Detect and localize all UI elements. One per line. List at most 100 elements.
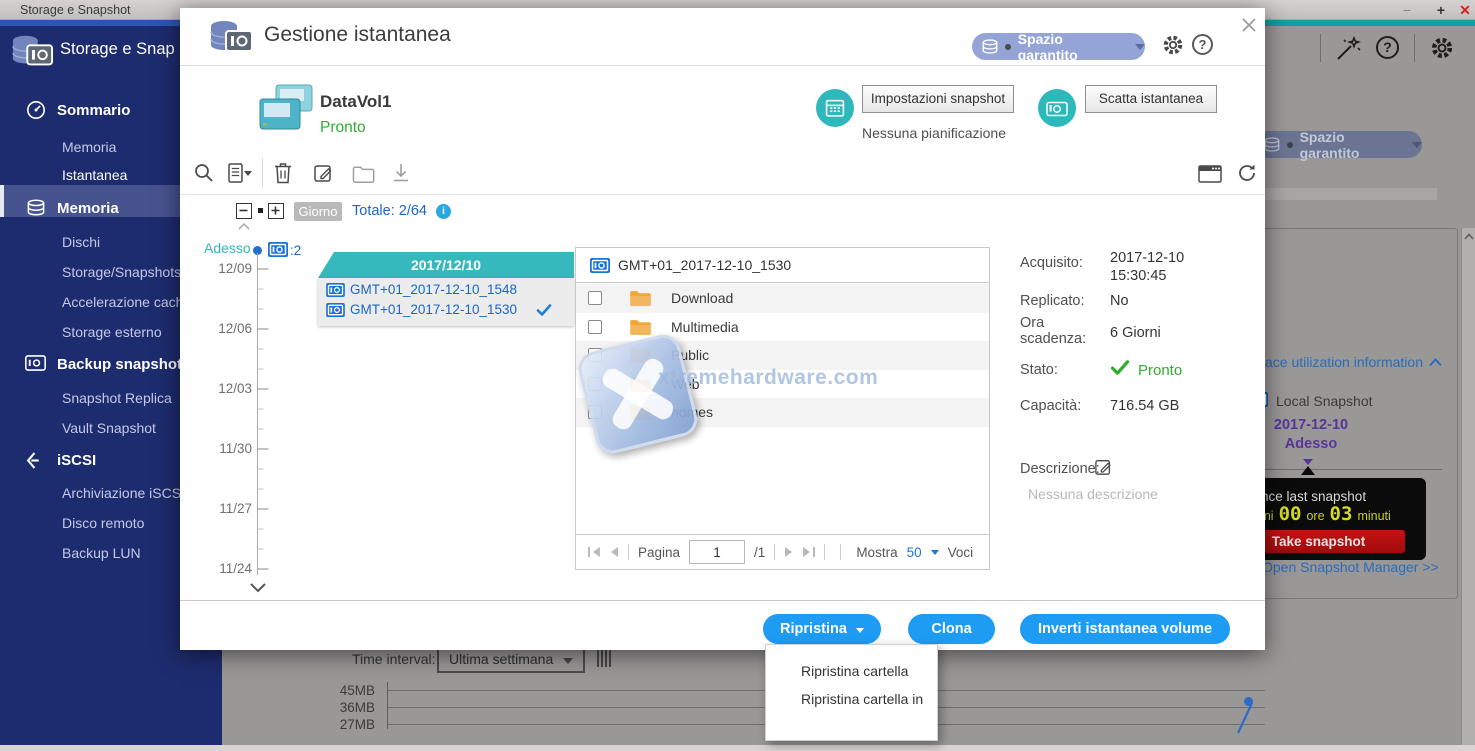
folder-row[interactable]: Download bbox=[576, 284, 989, 313]
pill-label: Spazio garantito bbox=[1300, 129, 1401, 161]
sidebar-item-storage-snapshots[interactable]: Storage/Snapshots bbox=[62, 264, 181, 280]
edit-icon[interactable] bbox=[314, 163, 334, 183]
replicated-value: No bbox=[1110, 293, 1129, 309]
clone-button[interactable]: Clona bbox=[908, 614, 995, 644]
dialog-footer: Ripristina Clona Inverti istantanea volu… bbox=[180, 600, 1265, 650]
folder-row[interactable]: Public bbox=[576, 341, 989, 370]
sidebar-item-disco-remoto[interactable]: Disco remoto bbox=[62, 515, 144, 531]
status-value: Pronto bbox=[1138, 362, 1182, 379]
timeline-scroll-down-icon[interactable] bbox=[250, 583, 266, 592]
sidebar-item-backup-snapshot[interactable]: Backup snapshot bbox=[57, 356, 182, 373]
guaranteed-space-pill-background[interactable]: Spazio garantito bbox=[1254, 131, 1422, 158]
status-dot bbox=[1287, 142, 1293, 148]
sidebar-item-archiviazione-iscsi[interactable]: Archiviazione iSCSI bbox=[62, 485, 185, 501]
folder-checkbox[interactable] bbox=[588, 348, 602, 362]
page-input[interactable] bbox=[689, 540, 745, 564]
dialog-title: Gestione istantanea bbox=[264, 23, 451, 47]
next-page-icon[interactable] bbox=[784, 547, 793, 557]
panel-toggle-icon[interactable] bbox=[1198, 165, 1222, 183]
minimize-button[interactable]: − bbox=[1398, 1, 1416, 19]
folder-row[interactable]: homes bbox=[576, 398, 989, 427]
folder-checkbox[interactable] bbox=[588, 377, 602, 391]
gear-icon[interactable] bbox=[1162, 34, 1184, 56]
sidebar-item-dischi[interactable]: Dischi bbox=[62, 234, 100, 250]
sidebar-item-sommario[interactable]: Sommario bbox=[57, 102, 130, 119]
volume-icon bbox=[258, 83, 314, 133]
timeline-unit-badge[interactable]: Giorno bbox=[294, 202, 342, 221]
iscsi-icon bbox=[26, 452, 45, 469]
time-interval-label: Time interval: bbox=[352, 651, 436, 667]
chevron-up-icon[interactable] bbox=[1429, 358, 1442, 367]
timeline-now-count: :2 bbox=[290, 243, 301, 258]
take-snapshot-button[interactable]: Scatta istantanea bbox=[1085, 85, 1217, 113]
sidebar-item-accelerazione-cache[interactable]: Accelerazione cache bbox=[62, 294, 191, 310]
snapshot-name[interactable]: GMT+01_2017-12-10_1548 bbox=[350, 282, 517, 297]
last-page-icon[interactable] bbox=[802, 547, 815, 557]
schedule-status: Nessuna pianificazione bbox=[862, 125, 1006, 141]
snapshot-row[interactable]: GMT+01_2017-12-10_1548 bbox=[326, 282, 517, 297]
timeline-marker-icon bbox=[1303, 459, 1313, 465]
sidebar-item-memoria-sub[interactable]: Memoria bbox=[62, 139, 116, 155]
page-size-value[interactable]: 50 bbox=[907, 545, 922, 560]
close-window-button[interactable]: ✕ bbox=[1456, 1, 1474, 19]
download-icon[interactable] bbox=[392, 163, 410, 183]
close-icon[interactable] bbox=[1241, 17, 1257, 33]
info-icon[interactable]: i bbox=[436, 204, 451, 219]
elapsed-time: giorni 00 ore 03 minuti bbox=[1243, 505, 1391, 524]
snapshot-row[interactable]: GMT+01_2017-12-10_1530 bbox=[326, 302, 517, 317]
sidebar-item-istantanea[interactable]: Istantanea bbox=[62, 167, 127, 183]
open-folder-icon[interactable] bbox=[352, 166, 375, 183]
sidebar-item-backup-lun[interactable]: Backup LUN bbox=[62, 545, 141, 561]
take-snapshot-circle bbox=[1038, 89, 1076, 127]
chevron-down-icon[interactable] bbox=[931, 550, 939, 555]
gear-icon-background[interactable] bbox=[1430, 36, 1454, 60]
folder-checkbox[interactable] bbox=[588, 291, 602, 305]
folder-row[interactable]: Web bbox=[576, 370, 989, 399]
last-snapshot-when: Adesso bbox=[1256, 436, 1366, 452]
maximize-button[interactable]: + bbox=[1432, 1, 1450, 19]
utilization-link[interactable]: Space utilization information bbox=[1248, 354, 1423, 370]
zoom-in-button[interactable] bbox=[268, 203, 284, 219]
menu-item-restore-folder[interactable]: Ripristina cartella bbox=[766, 657, 937, 685]
folder-checkbox[interactable] bbox=[588, 405, 602, 419]
selected-check-icon bbox=[536, 304, 552, 316]
divider bbox=[628, 544, 629, 560]
open-snapshot-manager-link[interactable]: Open Snapshot Manager >> bbox=[1262, 559, 1439, 575]
help-icon[interactable]: ? bbox=[1192, 34, 1213, 55]
sidebar-item-memoria[interactable]: Memoria bbox=[57, 200, 119, 217]
folder-checkbox[interactable] bbox=[588, 320, 602, 334]
snapshot-name[interactable]: GMT+01_2017-12-10_1530 bbox=[350, 302, 517, 317]
help-icon-background[interactable]: ? bbox=[1376, 36, 1399, 59]
prev-page-icon[interactable] bbox=[610, 547, 619, 557]
folder-name: Web bbox=[671, 376, 700, 392]
snapshot-icon bbox=[326, 303, 345, 317]
folder-name: Public bbox=[671, 347, 709, 363]
edit-description-icon[interactable] bbox=[1095, 458, 1113, 476]
refresh-icon[interactable] bbox=[1237, 163, 1257, 183]
snapshot-settings-button[interactable]: Impostazioni snapshot bbox=[862, 85, 1014, 113]
timeline-now-label: Adesso bbox=[204, 240, 251, 256]
scroll-up-icon[interactable] bbox=[1464, 233, 1474, 240]
search-icon[interactable] bbox=[194, 163, 214, 183]
sidebar-item-vault-snapshot[interactable]: Vault Snapshot bbox=[62, 420, 156, 436]
sidebar-item-storage-esterno[interactable]: Storage esterno bbox=[62, 324, 162, 340]
sidebar-item-snapshot-replica[interactable]: Snapshot Replica bbox=[62, 390, 172, 406]
list-view-icon[interactable] bbox=[228, 163, 254, 183]
acquired-time: 15:30:45 bbox=[1110, 268, 1166, 284]
restore-button[interactable]: Ripristina bbox=[763, 614, 881, 644]
schedule-bars-icon[interactable] bbox=[596, 647, 613, 669]
menu-item-restore-folder-to[interactable]: Ripristina cartella in bbox=[766, 685, 937, 713]
guaranteed-space-pill[interactable]: Spazio garantito bbox=[972, 33, 1145, 60]
first-page-icon[interactable] bbox=[588, 547, 601, 557]
restore-dropdown-menu: Ripristina cartella Ripristina cartella … bbox=[765, 644, 938, 741]
folder-row[interactable]: Multimedia bbox=[576, 313, 989, 342]
scrollbar[interactable] bbox=[1461, 228, 1475, 745]
zoom-slider-handle[interactable] bbox=[258, 208, 263, 213]
sidebar-item-iscsi[interactable]: iSCSI bbox=[57, 452, 96, 469]
zoom-out-button[interactable] bbox=[236, 203, 252, 219]
revert-volume-button[interactable]: Inverti istantanea volume bbox=[1020, 614, 1230, 644]
magic-wand-icon[interactable] bbox=[1334, 34, 1362, 62]
chevron-down-icon bbox=[563, 658, 573, 664]
description-placeholder: Nessuna descrizione bbox=[1028, 486, 1158, 502]
delete-icon[interactable] bbox=[274, 162, 292, 184]
